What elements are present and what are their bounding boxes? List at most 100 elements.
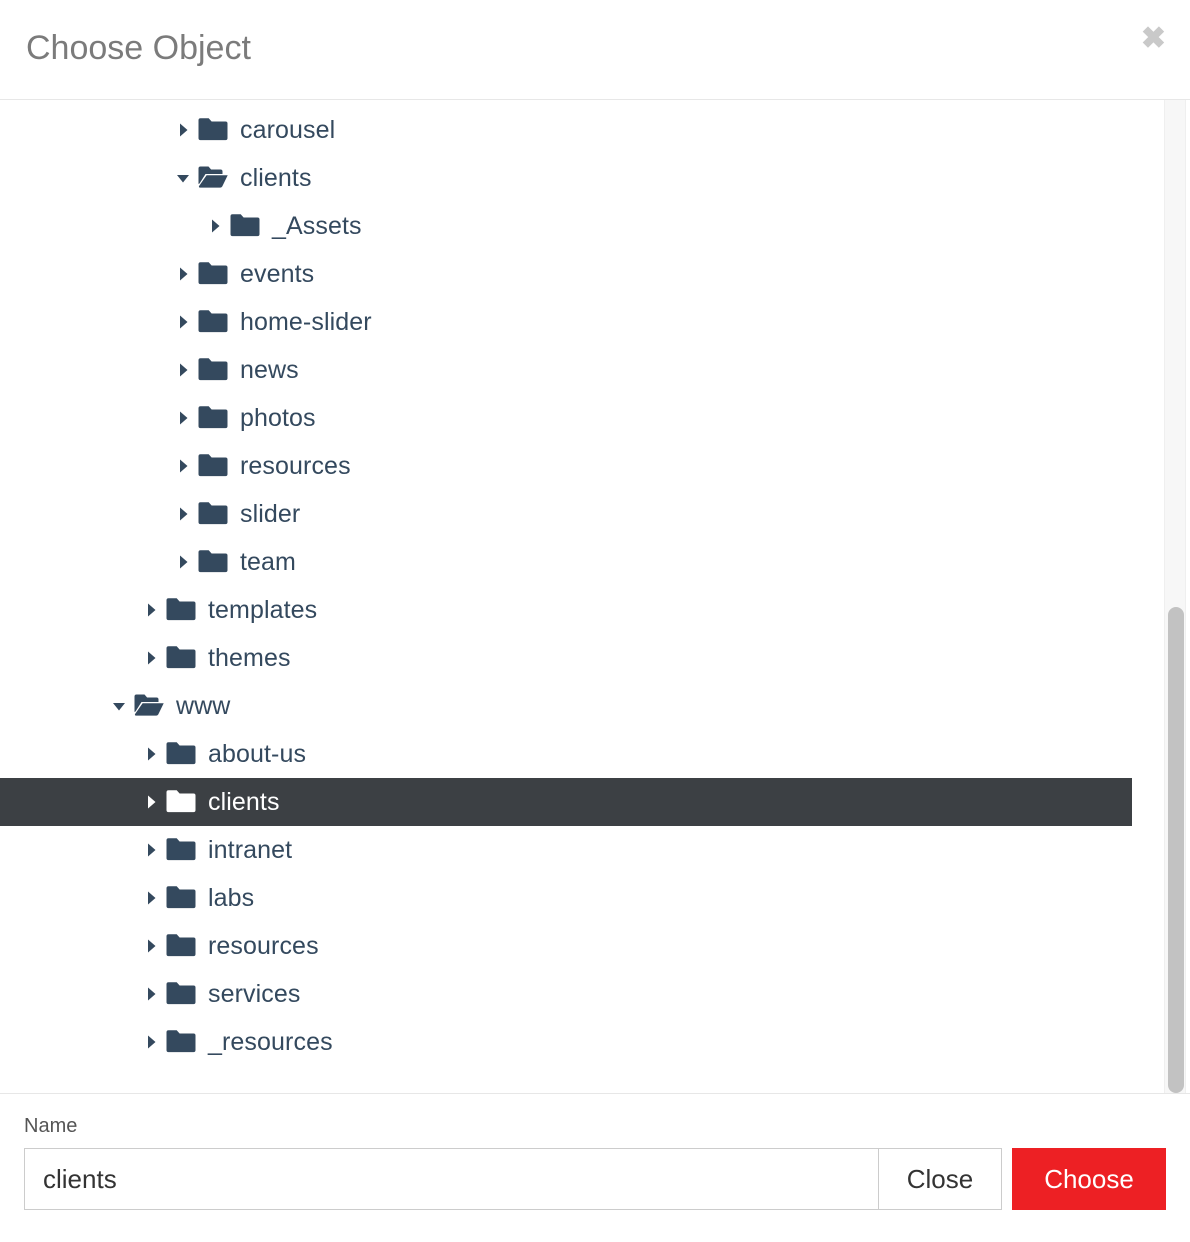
tree-item-label: services [208,980,301,1008]
folder-closed-icon [166,730,200,778]
chevron-right-icon[interactable] [140,874,162,922]
tree-item-label: events [240,260,315,288]
chevron-right-icon[interactable] [140,1018,162,1066]
tree-row[interactable]: _resources [0,1018,1132,1066]
tree-row[interactable]: news [0,346,1132,394]
tree-row[interactable]: team [0,538,1132,586]
chevron-right-icon[interactable] [204,202,226,250]
tree-row[interactable]: themes [0,634,1132,682]
folder-closed-icon [198,442,232,490]
tree-indent-spacer [0,610,140,611]
object-tree-panel: carousel clients _Assetsevents home-slider n… [0,100,1190,1094]
chevron-right-icon[interactable] [140,778,162,826]
folder-closed-icon [198,538,232,586]
tree-item-label: carousel [240,116,336,144]
tree-indent-spacer [0,946,140,947]
folder-closed-icon [198,490,232,538]
tree-indent-spacer [0,994,140,995]
chevron-right-icon[interactable] [140,922,162,970]
tree-row[interactable]: _Assets [0,202,1132,250]
tree-indent-spacer [0,562,172,563]
tree-indent-spacer [0,706,108,707]
chevron-down-icon[interactable] [172,154,194,202]
tree-indent-spacer [0,322,172,323]
tree-item-label: home-slider [240,308,372,336]
folder-tree: carousel clients _Assetsevents home-slider n… [0,100,1190,1066]
tree-item-label: www [176,692,231,720]
chevron-right-icon[interactable] [140,826,162,874]
tree-indent-spacer [0,754,140,755]
chevron-right-icon[interactable] [140,970,162,1018]
chevron-right-icon[interactable] [172,394,194,442]
tree-row[interactable]: templates [0,586,1132,634]
tree-item-label: intranet [208,836,293,864]
chevron-right-icon[interactable] [172,106,194,154]
chevron-right-icon[interactable] [172,298,194,346]
tree-item-label: resources [240,452,351,480]
name-field-label: Name [24,1115,78,1137]
tree-item-label: news [240,356,299,384]
folder-closed-icon [166,634,200,682]
chevron-right-icon[interactable] [172,490,194,538]
page-title: Choose Object [26,29,251,67]
tree-row[interactable]: www [0,682,1132,730]
tree-row[interactable]: events [0,250,1132,298]
vertical-scrollbar[interactable] [1164,100,1186,1093]
tree-item-label: photos [240,404,316,432]
tree-row[interactable]: labs [0,874,1132,922]
tree-indent-spacer [0,514,172,515]
tree-indent-spacer [0,850,140,851]
tree-item-label: clients [208,788,280,816]
tree-row[interactable]: carousel [0,106,1132,154]
dialog-footer: Name Close Choose [0,1094,1190,1242]
tree-item-label: about-us [208,740,307,768]
tree-row[interactable]: intranet [0,826,1132,874]
tree-row[interactable]: clients [0,778,1132,826]
folder-closed-icon [198,250,232,298]
folder-open-icon [134,682,168,730]
tree-indent-spacer [0,130,172,131]
chevron-right-icon[interactable] [172,538,194,586]
tree-indent-spacer [0,418,172,419]
tree-row[interactable]: home-slider [0,298,1132,346]
choose-button[interactable]: Choose [1012,1148,1166,1210]
tree-item-label: _Assets [272,212,362,240]
folder-closed-icon [166,1018,200,1066]
chevron-right-icon[interactable] [172,250,194,298]
tree-indent-spacer [0,466,172,467]
tree-indent-spacer [0,898,140,899]
tree-row[interactable]: resources [0,922,1132,970]
tree-item-label: _resources [208,1028,333,1056]
folder-closed-icon [198,106,232,154]
name-input[interactable] [24,1148,878,1210]
tree-row[interactable]: about-us [0,730,1132,778]
tree-item-label: slider [240,500,301,528]
chevron-right-icon[interactable] [172,442,194,490]
tree-indent-spacer [0,1042,140,1043]
tree-item-label: team [240,548,296,576]
choose-object-dialog: Choose Object ✖ carousel clients _Assetsev… [0,0,1190,1242]
chevron-right-icon[interactable] [140,634,162,682]
tree-item-label: labs [208,884,255,912]
close-icon[interactable]: ✖ [1141,24,1166,54]
tree-row[interactable]: services [0,970,1132,1018]
tree-indent-spacer [0,802,140,803]
folder-closed-icon [198,346,232,394]
close-button[interactable]: Close [878,1148,1002,1210]
chevron-right-icon[interactable] [172,346,194,394]
tree-row[interactable]: slider [0,490,1132,538]
tree-row[interactable]: resources [0,442,1132,490]
chevron-right-icon[interactable] [140,730,162,778]
folder-closed-icon [230,202,264,250]
chevron-down-icon[interactable] [108,682,130,730]
folder-closed-icon [166,778,200,826]
tree-indent-spacer [0,178,172,179]
folder-closed-icon [166,826,200,874]
tree-row[interactable]: clients [0,154,1132,202]
tree-item-label: clients [240,164,312,192]
footer-controls: Close Choose [24,1148,1166,1210]
scrollbar-thumb[interactable] [1168,607,1184,1093]
tree-indent-spacer [0,658,140,659]
tree-row[interactable]: photos [0,394,1132,442]
chevron-right-icon[interactable] [140,586,162,634]
